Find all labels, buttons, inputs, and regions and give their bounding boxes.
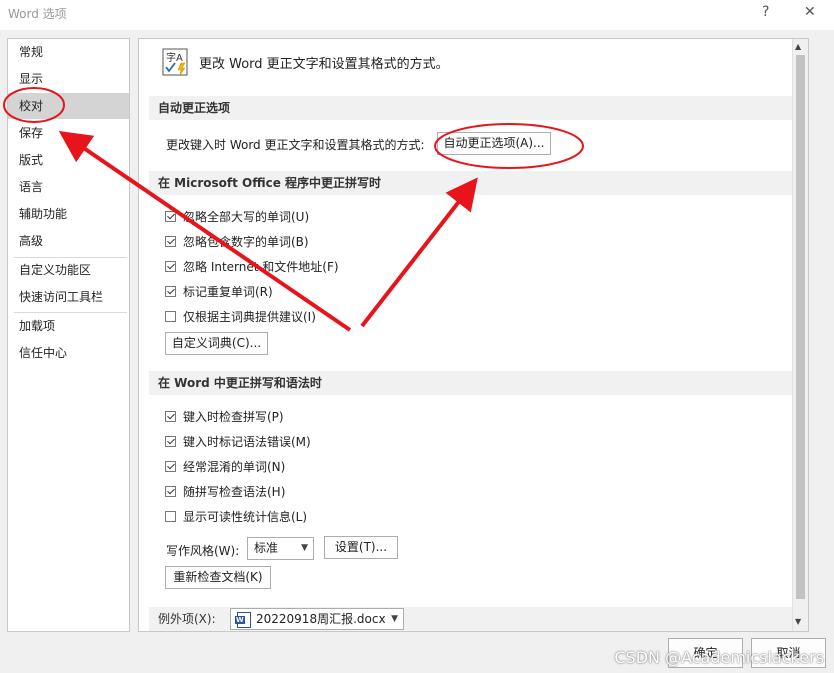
sidebar-item-proofing[interactable]: 校对 <box>8 93 129 119</box>
sidebar-item-customize-ribbon[interactable]: 自定义功能区 <box>8 257 129 283</box>
checkbox-checked[interactable] <box>165 235 176 247</box>
option-label: 忽略 Internet 和文件地址(F) <box>183 259 339 274</box>
vertical-scrollbar[interactable]: ▲ ▼ <box>792 39 808 631</box>
option-ignore-numbers[interactable]: 忽略包含数字的单词(B) <box>165 231 309 251</box>
writing-style-value: 标准 <box>254 541 279 555</box>
option-label: 键入时检查拼写(P) <box>183 409 284 424</box>
option-confused-words[interactable]: 经常混淆的单词(N) <box>165 456 285 476</box>
checkbox-checked[interactable] <box>165 435 176 447</box>
exceptions-label: 例外项(X): <box>158 612 216 626</box>
option-label: 键入时标记语法错误(M) <box>183 434 311 449</box>
checkbox-checked[interactable] <box>165 285 176 297</box>
writing-style-label: 写作风格(W): <box>166 544 240 558</box>
sidebar-item-display[interactable]: 显示 <box>8 66 129 92</box>
autocorrect-description: 更改键入时 Word 更正文字和设置其格式的方式: <box>166 138 425 152</box>
option-main-dictionary-only[interactable]: 仅根据主词典提供建议(I) <box>165 306 316 326</box>
window-title: Word 选项 <box>8 7 67 21</box>
sidebar-item-language[interactable]: 语言 <box>8 174 129 200</box>
option-mark-grammar[interactable]: 键入时标记语法错误(M) <box>165 431 311 451</box>
option-label: 随拼写检查语法(H) <box>183 484 286 499</box>
main-panel: 字A 更改 Word 更正文字和设置其格式的方式。 自动更正选项 更改键入时 W… <box>138 38 809 632</box>
chevron-down-icon: ▼ <box>301 543 308 553</box>
svg-text:字A: 字A <box>166 51 183 64</box>
option-grammar-with-spelling[interactable]: 随拼写检查语法(H) <box>165 481 285 501</box>
checkbox-checked[interactable] <box>165 410 176 422</box>
exceptions-file-select[interactable]: 20220918周汇报.docx ▼ <box>230 608 404 630</box>
sidebar-item-quick-access-toolbar[interactable]: 快速访问工具栏 <box>8 284 129 310</box>
checkbox-checked[interactable] <box>165 460 176 472</box>
settings-button[interactable]: 设置(T)... <box>324 536 398 559</box>
writing-style-select[interactable]: 标准 ▼ <box>247 537 314 560</box>
sidebar: 常规 显示 校对 保存 版式 语言 辅助功能 高级 自定义功能区 快速访问工具栏… <box>7 38 130 632</box>
chevron-down-icon: ▼ <box>391 614 398 624</box>
recheck-document-button[interactable]: 重新检查文档(K) <box>165 566 271 589</box>
section-word-spelling: 在 Word 中更正拼写和语法时 <box>149 371 796 395</box>
close-icon[interactable]: ✕ <box>804 4 816 20</box>
option-label: 仅根据主词典提供建议(I) <box>183 309 316 324</box>
option-label: 经常混淆的单词(N) <box>183 459 286 474</box>
watermark: CSDN @Academicslackers <box>614 648 824 667</box>
proofing-abc-icon: 字A <box>162 48 188 76</box>
sidebar-item-advanced[interactable]: 高级 <box>8 228 129 254</box>
option-check-spelling[interactable]: 键入时检查拼写(P) <box>165 406 284 426</box>
custom-dictionaries-button[interactable]: 自定义词典(C)... <box>165 332 268 355</box>
option-flag-repeated[interactable]: 标记重复单词(R) <box>165 281 273 301</box>
sidebar-item-accessibility[interactable]: 辅助功能 <box>8 201 129 227</box>
autocorrect-options-button[interactable]: 自动更正选项(A)... <box>437 132 551 155</box>
sidebar-item-save[interactable]: 保存 <box>8 120 129 146</box>
option-ignore-internet[interactable]: 忽略 Internet 和文件地址(F) <box>165 256 339 276</box>
checkbox-unchecked[interactable] <box>165 510 176 522</box>
exceptions-file: 20220918周汇报.docx <box>256 612 386 626</box>
option-label: 忽略全部大写的单词(U) <box>183 209 310 224</box>
option-label: 显示可读性统计信息(L) <box>183 509 308 524</box>
sidebar-item-typography[interactable]: 版式 <box>8 147 129 173</box>
option-readability-stats[interactable]: 显示可读性统计信息(L) <box>165 506 307 526</box>
sidebar-item-add-ins[interactable]: 加载项 <box>8 313 129 339</box>
checkbox-checked[interactable] <box>165 485 176 497</box>
section-office-spelling: 在 Microsoft Office 程序中更正拼写时 <box>149 171 796 195</box>
sidebar-item-general[interactable]: 常规 <box>8 39 129 65</box>
section-autocorrect: 自动更正选项 <box>149 96 796 120</box>
title-bar: Word 选项 ? ✕ <box>0 0 834 30</box>
option-label: 标记重复单词(R) <box>183 284 273 299</box>
word-document-icon <box>235 611 251 628</box>
scroll-up-icon[interactable]: ▲ <box>795 42 801 51</box>
checkbox-checked[interactable] <box>165 260 176 272</box>
scrollbar-thumb[interactable] <box>796 55 805 599</box>
scroll-down-icon[interactable]: ▼ <box>795 617 801 626</box>
page-header: 更改 Word 更正文字和设置其格式的方式。 <box>199 57 449 72</box>
help-button[interactable]: ? <box>762 4 769 20</box>
checkbox-checked[interactable] <box>165 210 176 222</box>
option-label: 忽略包含数字的单词(B) <box>183 234 309 249</box>
option-ignore-uppercase[interactable]: 忽略全部大写的单词(U) <box>165 206 309 226</box>
sidebar-item-trust-center[interactable]: 信任中心 <box>8 340 129 366</box>
checkbox-unchecked[interactable] <box>165 310 176 322</box>
